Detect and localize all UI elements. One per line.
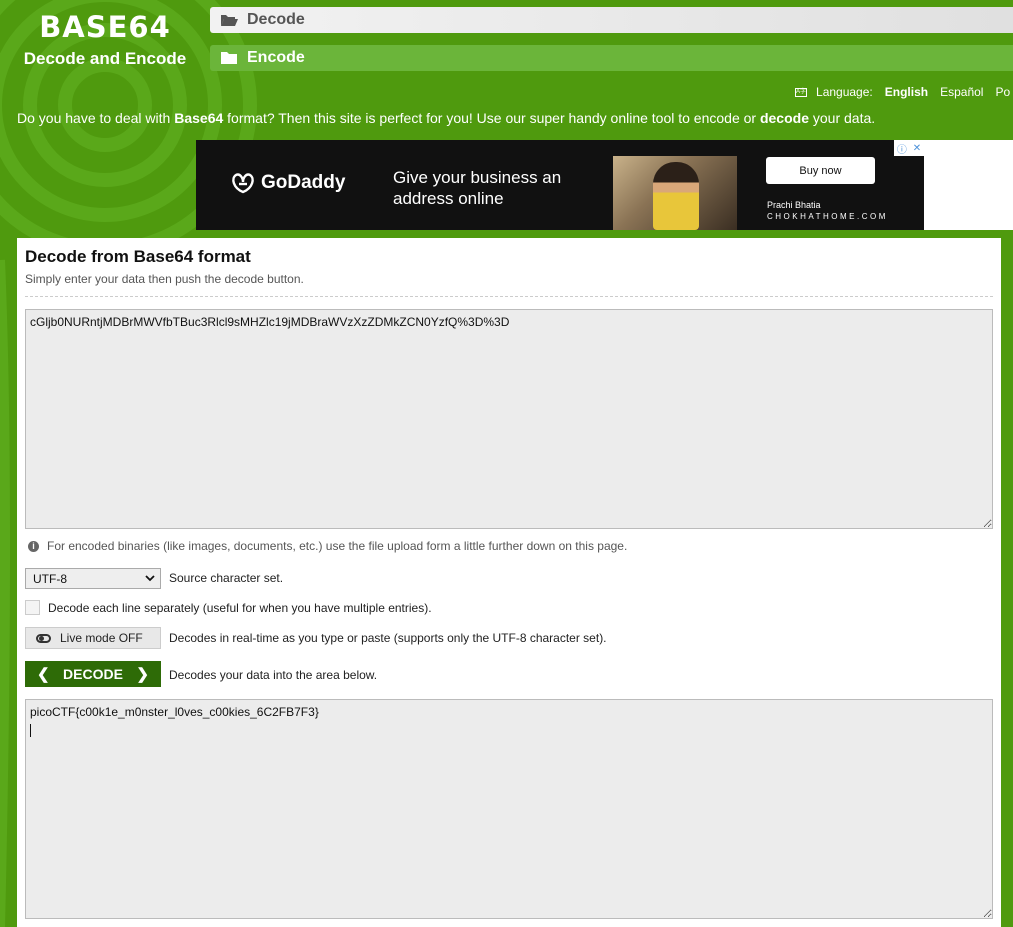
encoded-input[interactable]: cGljb0NURntjMDBrMWVfbTBuc3Rlcl9sMHZlc19j… — [25, 309, 993, 529]
language-label: Language: — [816, 85, 873, 99]
ad-right-space — [924, 140, 1013, 230]
file-upload-note: i For encoded binaries (like images, doc… — [28, 539, 627, 553]
folder-open-icon — [221, 15, 238, 26]
language-option-po[interactable]: Po — [995, 85, 1010, 99]
nav-encode-label: Encode — [247, 49, 305, 66]
decoded-output[interactable]: picoCTF{c00k1e_m0nster_l0ves_c00kies_6C2… — [25, 699, 993, 919]
nav-encode[interactable]: Encode — [210, 45, 1013, 71]
ad-info-icon[interactable]: ⓘ — [897, 141, 907, 156]
tagline-bold-1: Base64 — [174, 110, 224, 126]
ad-credit-name: Prachi Bhatia — [767, 200, 821, 210]
chevron-left-icon: ❮ — [37, 666, 50, 683]
tagline-text-3: your data. — [808, 110, 876, 126]
chevron-down-icon — [145, 575, 155, 582]
text-cursor — [30, 724, 31, 737]
ad-headline: Give your business an address online — [393, 168, 562, 208]
charset-select-value: UTF-8 — [33, 571, 67, 586]
language-option-espanol[interactable]: Español — [940, 85, 983, 99]
godaddy-logo-icon — [232, 173, 254, 194]
language-selector: A字 Language: English Español Po — [795, 84, 1013, 100]
decode-button-label: DECODE — [63, 666, 123, 682]
language-icon: A字 — [795, 87, 808, 97]
ad-choices[interactable]: ⓘ ✕ — [894, 140, 924, 156]
decode-button[interactable]: ❮ DECODE ❯ — [25, 661, 161, 687]
nav-decode-label: Decode — [247, 11, 305, 28]
site-logo[interactable]: BASE64 Decode and Encode — [0, 0, 210, 80]
line-separate-checkbox[interactable] — [25, 600, 40, 615]
ad-close-icon[interactable]: ✕ — [913, 143, 921, 154]
tagline-bold-2: decode — [759, 110, 809, 126]
tagline-text-1: Do you have to deal with — [17, 110, 175, 126]
decode-panel: Decode from Base64 format Simply enter y… — [17, 238, 1001, 927]
charset-label: Source character set. — [169, 571, 284, 585]
language-option-english[interactable]: English — [885, 85, 928, 99]
godaddy-brand: GoDaddy — [261, 172, 346, 193]
charset-select[interactable]: UTF-8 — [25, 568, 161, 589]
tagline-text-2: format? Then this site is perfect for yo… — [223, 110, 760, 126]
godaddy-logo: GoDaddy — [230, 172, 345, 194]
live-mode-description: Decodes in real-time as you type or past… — [169, 631, 607, 645]
folder-icon — [221, 52, 237, 64]
tagline: Do you have to deal with Base64 format? … — [17, 110, 875, 126]
ad-buy-button[interactable]: Buy now — [766, 157, 875, 184]
logo-title: BASE64 — [39, 10, 171, 44]
toggle-off-icon — [36, 633, 51, 643]
ad-credit-site: CHOKHATHOME.COM — [767, 212, 888, 221]
page-subtitle: Simply enter your data then push the dec… — [25, 272, 304, 286]
ad-photo-person — [653, 162, 699, 230]
live-mode-label: Live mode OFF — [60, 631, 143, 645]
page-title: Decode from Base64 format — [25, 247, 251, 266]
divider — [25, 296, 993, 297]
logo-subtitle: Decode and Encode — [23, 49, 187, 68]
decode-description: Decodes your data into the area below. — [169, 668, 378, 682]
advertisement-banner[interactable]: GoDaddy Give your business an address on… — [196, 140, 924, 230]
ad-credit: Prachi Bhatia CHOKHATHOME.COM — [767, 200, 888, 222]
chevron-right-icon: ❯ — [136, 666, 149, 683]
nav-decode[interactable]: Decode — [210, 7, 1013, 33]
live-mode-toggle[interactable]: Live mode OFF — [25, 627, 161, 649]
file-upload-note-text: For encoded binaries (like images, docum… — [47, 539, 628, 553]
ad-photo — [613, 156, 737, 230]
line-separate-label: Decode each line separately (useful for … — [48, 601, 432, 615]
info-icon: i — [28, 540, 39, 552]
